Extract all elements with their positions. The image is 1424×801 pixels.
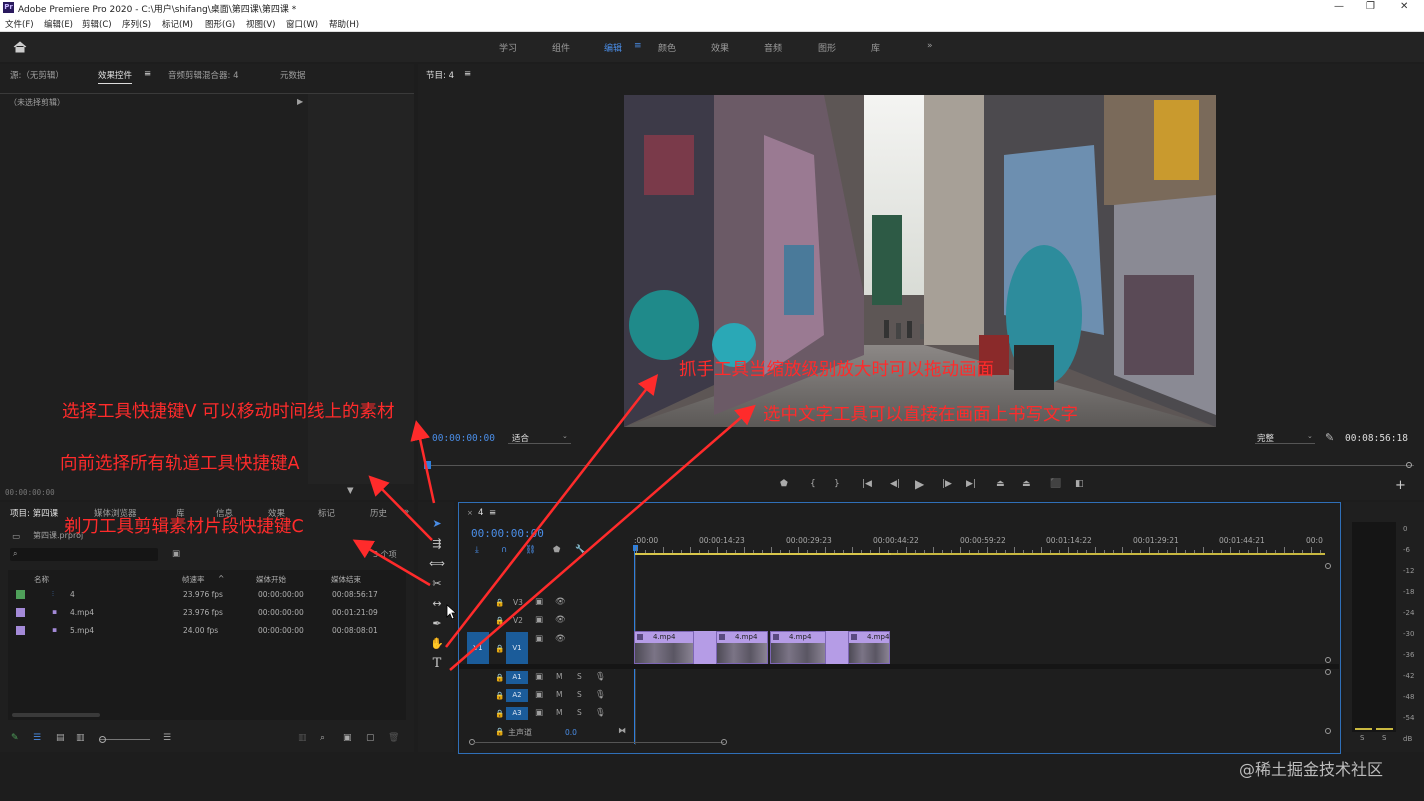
annotation-track-select-tool: 向前选择所有轨道工具快捷键A xyxy=(60,454,300,474)
annotation-razor-tool: 剃刀工具剪辑素材片段快捷键C xyxy=(64,517,304,537)
annotation-selection-tool: 选择工具快捷键V 可以移动时间线上的素材 xyxy=(62,402,395,422)
watermark: @稀土掘金技术社区 xyxy=(1239,760,1384,779)
mouse-cursor-icon xyxy=(446,604,456,620)
annotation-hand-tool: 抓手工具当缩放级别放大时可以拖动画面 xyxy=(679,360,994,380)
annotation-type-tool: 选中文字工具可以直接在画面上书写文字 xyxy=(763,405,1078,425)
